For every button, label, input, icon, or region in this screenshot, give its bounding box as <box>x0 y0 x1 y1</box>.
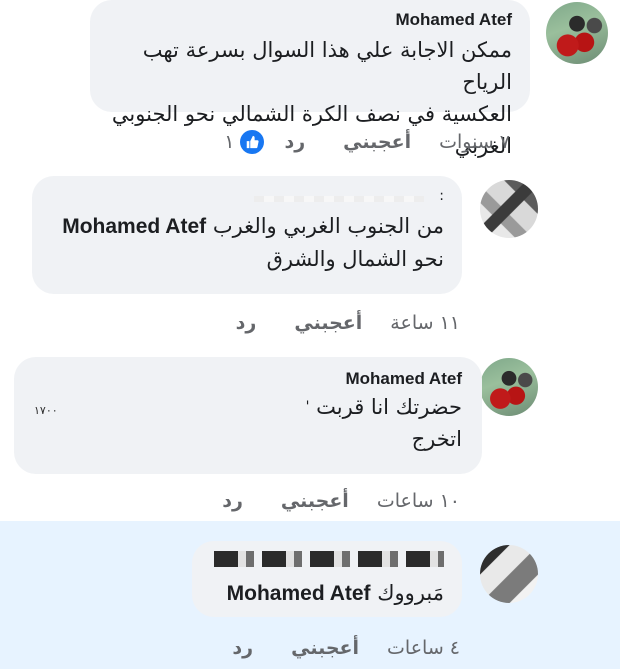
like-button[interactable]: أعجبني <box>294 312 362 334</box>
like-button[interactable]: أعجبني <box>281 490 349 512</box>
comment-text: من الجنوب الغربي والغرب <box>212 214 444 238</box>
comment-author-redacted <box>210 549 444 571</box>
like-button[interactable]: أعجبني <box>343 131 411 153</box>
comment-author-redacted: : <box>50 188 444 210</box>
thumbs-up-icon <box>240 130 265 154</box>
comment-actions: ١١ ساعة أعجبني رد <box>216 312 460 334</box>
redacted-name <box>214 551 444 567</box>
comment-text: حضرتك انا قربت <box>316 395 462 419</box>
comment-time[interactable]: ٧ سنوات <box>439 131 510 153</box>
comment-actions: ٤ ساعات أعجبني رد <box>212 637 460 659</box>
reply-button[interactable]: رد <box>222 490 243 512</box>
comment-bubble: مَبرووك Mohamed Atef <box>192 541 462 617</box>
mention-link[interactable]: Mohamed Atef <box>62 215 206 238</box>
author-mark: : <box>439 188 444 204</box>
comment-actions: ٧ سنوات أعجبني رد ١ <box>224 130 510 154</box>
avatar[interactable] <box>480 545 538 603</box>
comment-author[interactable]: Mohamed Atef <box>34 369 463 389</box>
comment-text-line: حضرتك انا قربت ' ١٧٠٠ <box>34 391 462 423</box>
reply-button[interactable]: رد <box>284 131 305 153</box>
comment-text-line: من الجنوب الغربي والغرب Mohamed Atef <box>50 210 444 243</box>
avatar[interactable] <box>546 2 608 64</box>
avatar[interactable] <box>480 358 538 416</box>
avatar[interactable] <box>480 180 538 238</box>
redacted-snippet: ١٧٠٠ <box>34 404 58 417</box>
comment-bubble: : من الجنوب الغربي والغرب Mohamed Atef ن… <box>32 176 462 294</box>
comment-text-line: نحو الشمال والشرق <box>266 247 444 271</box>
like-button[interactable]: أعجبني <box>291 637 359 659</box>
comment-author[interactable]: Mohamed Atef <box>108 10 513 30</box>
comments-thread: Mohamed Atef ممكن الاجابة علي هذا السوال… <box>0 0 620 669</box>
comment-time[interactable]: ٤ ساعات <box>387 637 460 659</box>
reply-button[interactable]: رد <box>236 312 257 334</box>
mention-link[interactable]: Mohamed Atef <box>227 582 371 605</box>
comment-bubble: Mohamed Atef ممكن الاجابة علي هذا السوال… <box>90 0 530 158</box>
comment-time[interactable]: ١٠ ساعات <box>377 490 460 512</box>
comment-text-line: ممكن الاجابة علي هذا السوال بسرعة تهب ال… <box>142 38 512 94</box>
reaction-count: ١ <box>224 131 235 153</box>
redacted-name <box>254 196 424 202</box>
comment-text: مَبرووك <box>377 581 444 605</box>
comment-actions: ١٠ ساعات أعجبني رد <box>202 490 460 512</box>
comment-text-tail: ' <box>305 399 310 415</box>
reply-button[interactable]: رد <box>232 637 253 659</box>
reaction-summary[interactable]: ١ <box>224 130 265 154</box>
comment-time[interactable]: ١١ ساعة <box>390 312 460 334</box>
comment-bubble: Mohamed Atef حضرتك انا قربت ' ١٧٠٠ اتخرج <box>14 357 482 474</box>
comment-text-line: اتخرج <box>411 427 462 451</box>
comment-text-line: مَبرووك Mohamed Atef <box>210 577 444 610</box>
